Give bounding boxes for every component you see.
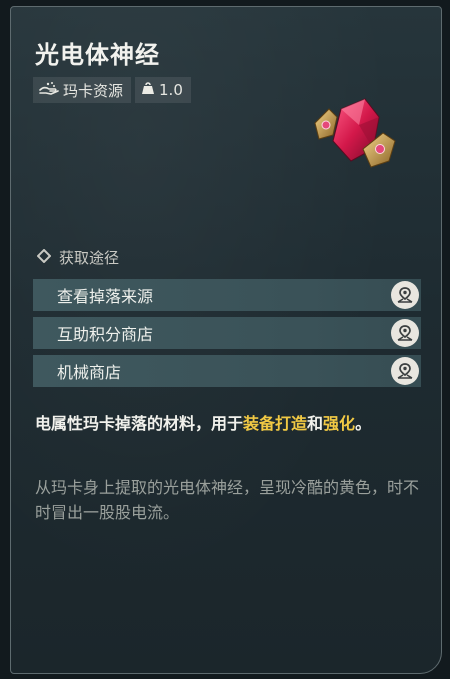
crystal-gem-icon xyxy=(307,95,403,175)
description-text: 。 xyxy=(355,414,372,433)
item-description: 电属性玛卡掉落的材料，用于装备打造和强化。 xyxy=(35,411,419,436)
weight-tag: 1.0 xyxy=(135,77,191,103)
acquisition-route-list: 查看掉落来源 互助积分商店 机械商店 xyxy=(33,279,421,393)
map-pin-icon[interactable] xyxy=(391,319,419,347)
route-mechanical-shop[interactable]: 机械商店 xyxy=(33,355,421,387)
highlight-enhance: 强化 xyxy=(323,414,356,433)
weight-icon xyxy=(141,81,159,99)
hand-gather-icon xyxy=(39,81,63,99)
item-flavor-text: 从玛卡身上提取的光电体神经，呈现冷酷的黄色，时不时冒出一股股电流。 xyxy=(35,478,420,522)
description-text: 和 xyxy=(307,414,324,433)
route-label: 查看掉落来源 xyxy=(57,287,154,306)
map-pin-icon[interactable] xyxy=(391,357,419,385)
acquisition-heading-label: 获取途径 xyxy=(59,249,120,267)
highlight-equipment-forging: 装备打造 xyxy=(243,414,308,433)
route-drop-sources[interactable]: 查看掉落来源 xyxy=(33,279,421,311)
map-pin-icon[interactable] xyxy=(391,281,419,309)
acquisition-heading: 获取途径 xyxy=(36,247,120,268)
diamond-icon xyxy=(36,248,59,267)
item-tooltip-card: 光电体神经 玛卡资源 1.0 获取途径 查看掉落来源 互助积分商店 机械商店 电… xyxy=(10,6,442,674)
description-text: 电属性玛卡掉落的材料，用于 xyxy=(35,414,244,433)
item-tags: 玛卡资源 1.0 xyxy=(33,77,191,103)
route-label: 机械商店 xyxy=(57,363,122,382)
item-title: 光电体神经 xyxy=(35,41,160,69)
resource-type-label: 玛卡资源 xyxy=(63,81,124,100)
route-mutual-aid-shop[interactable]: 互助积分商店 xyxy=(33,317,421,349)
weight-value: 1.0 xyxy=(159,81,183,99)
resource-type-tag: 玛卡资源 xyxy=(33,77,132,103)
route-label: 互助积分商店 xyxy=(57,325,154,344)
